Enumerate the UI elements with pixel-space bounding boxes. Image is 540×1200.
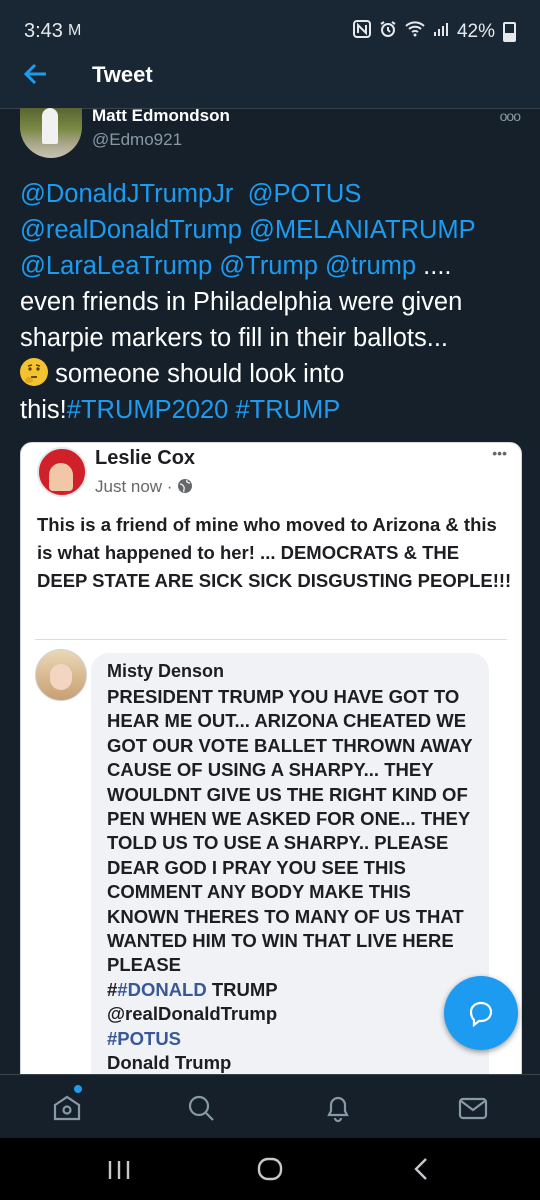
more-options-icon[interactable]: ooo — [500, 108, 521, 124]
post-text: This is a friend of mine who moved to Ar… — [37, 514, 512, 591]
back-arrow-icon[interactable] — [22, 56, 50, 101]
search-icon[interactable] — [184, 1091, 218, 1125]
mail-notification-icon: M — [68, 22, 82, 39]
reply-bubble-icon — [469, 1001, 493, 1028]
compose-reply-button[interactable] — [444, 976, 518, 1050]
hashtag-link[interactable]: #TRUMP2020 — [67, 396, 229, 424]
tweet-text-main: even friends in Philadelphia were given … — [20, 288, 463, 352]
mention-link[interactable]: @trump — [325, 252, 416, 280]
hashtag-link[interactable]: #TRUMP — [235, 396, 340, 424]
battery-icon — [503, 21, 516, 42]
post-divider — [35, 639, 507, 640]
home-button-icon[interactable] — [254, 1152, 286, 1186]
author-avatar[interactable] — [20, 108, 82, 158]
mention-link[interactable]: @LaraLeaTrump — [20, 252, 212, 280]
globe-icon — [178, 479, 193, 493]
back-button-icon[interactable] — [408, 1152, 434, 1186]
comment-body: PRESIDENT TRUMP YOU HAVE GOT TO HEAR ME … — [107, 686, 473, 976]
tweet-text: @DonaldJTrumpJr @POTUS @realDonaldTrump … — [20, 176, 520, 428]
thinking-face-emoji-icon — [20, 358, 48, 386]
comment-hashtag: #POTUS — [107, 1027, 182, 1049]
tweet: Matt Edmondson @Edmo921 ooo @DonaldJTrum… — [0, 108, 540, 1074]
app-bar: Tweet — [0, 44, 540, 109]
page-title: Tweet — [92, 62, 153, 87]
status-bar: 3:43 M 42% — [0, 0, 540, 44]
mention-link[interactable]: @realDonaldTrump — [20, 216, 242, 244]
mention-link[interactable]: @Trump — [219, 252, 318, 280]
signal-icon — [433, 21, 449, 42]
messages-envelope-icon[interactable] — [456, 1091, 490, 1125]
post-timestamp: Just now · — [95, 477, 193, 497]
system-navigation-bar — [0, 1138, 540, 1200]
status-time: 3:43 — [24, 20, 63, 42]
author-handle[interactable]: @Edmo921 — [92, 130, 182, 150]
comment-bubble: Misty Denson PRESIDENT TRUMP YOU HAVE GO… — [91, 653, 489, 1074]
recent-apps-icon[interactable] — [106, 1152, 132, 1186]
commenter-name: Misty Denson — [107, 661, 225, 681]
comment-hashtag: #DONALD — [117, 978, 207, 1000]
mention-link[interactable]: @DonaldJTrumpJr — [20, 180, 233, 208]
comment-last-line: Donald Trump — [107, 1052, 232, 1074]
home-icon[interactable] — [50, 1091, 84, 1125]
wifi-icon — [405, 21, 425, 42]
tweet-image[interactable]: ••• Leslie Cox Just now · This is a frie… — [20, 442, 522, 1074]
alarm-icon — [379, 20, 397, 43]
status-icons: 42% — [352, 20, 516, 43]
mention-link[interactable]: @MELANIATRUMP — [249, 216, 476, 244]
post-time-text: Just now · — [95, 477, 173, 496]
bottom-tab-bar — [0, 1074, 540, 1139]
comment-hash-prefix: # — [107, 978, 118, 1000]
comment-text: PRESIDENT TRUMP YOU HAVE GOT TO HEAR ME … — [107, 685, 479, 1074]
comment-tag-suffix: TRUMP — [206, 978, 278, 1000]
author-name[interactable]: Matt Edmondson — [92, 108, 230, 126]
nfc-icon — [352, 20, 371, 43]
new-content-dot — [74, 1085, 82, 1093]
post-author-avatar — [37, 447, 87, 497]
commenter-avatar — [35, 649, 87, 701]
tweet-text-ellipsis: .... — [416, 252, 452, 280]
post-more-icon: ••• — [492, 445, 507, 461]
mention-link[interactable]: @POTUS — [248, 180, 362, 208]
battery-percent: 42% — [456, 20, 495, 42]
comment-mention: @realDonaldTrump — [107, 1003, 278, 1025]
post-author-name: Leslie Cox — [95, 447, 196, 469]
notifications-bell-icon[interactable] — [321, 1091, 355, 1125]
